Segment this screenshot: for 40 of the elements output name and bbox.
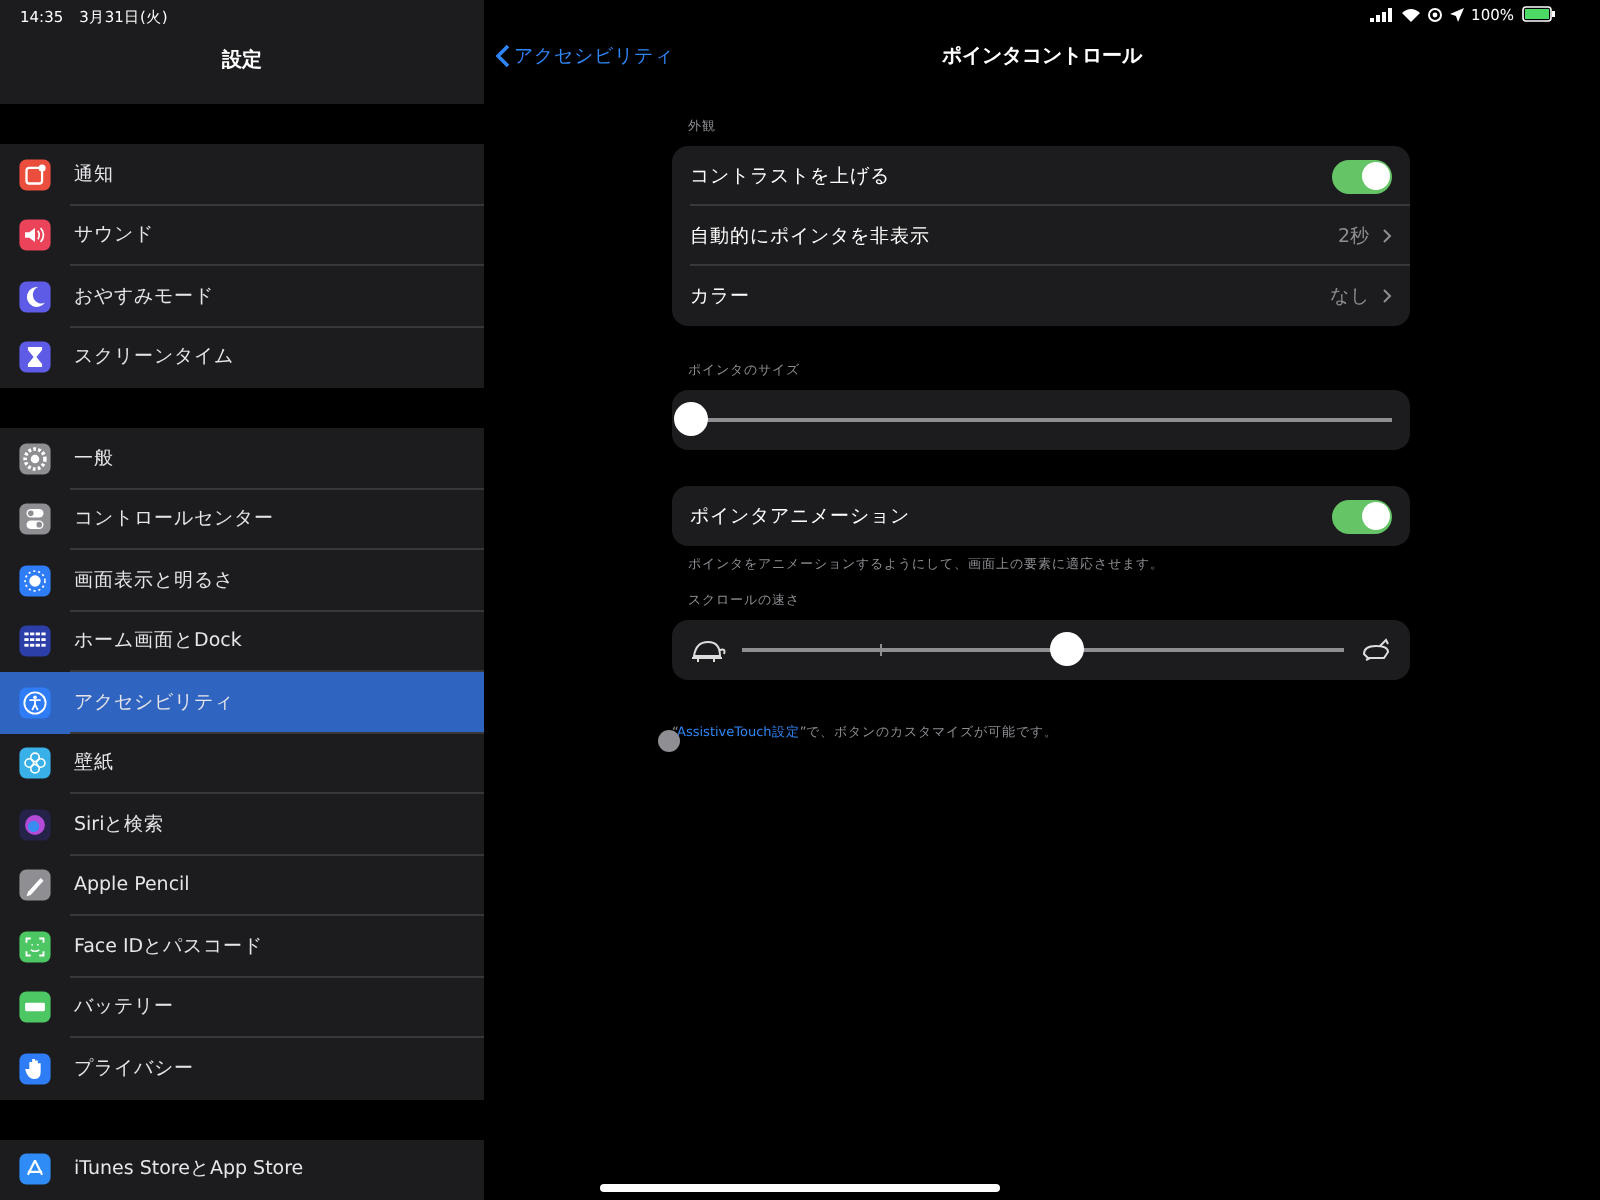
turtle-icon xyxy=(690,638,726,662)
sidebar-item[interactable]: バッテリー xyxy=(0,977,484,1038)
sidebar-item[interactable]: 壁紙 xyxy=(0,733,484,794)
sidebar-title: 設定 xyxy=(219,46,264,74)
slider-thumb[interactable] xyxy=(673,402,707,436)
setting-label: コントラストを上げる xyxy=(690,163,892,189)
battery-icon xyxy=(1522,6,1556,22)
assistivetouch-button[interactable] xyxy=(658,730,680,752)
location-icon xyxy=(1449,7,1464,21)
slider-thumb[interactable] xyxy=(1050,632,1085,666)
setting-label: 自動的にポインタを非表示 xyxy=(690,223,932,249)
sidebar-item[interactable]: Apple Pencil xyxy=(0,855,484,916)
setting-value[interactable]: なし xyxy=(1330,283,1370,309)
wifi-icon xyxy=(1401,7,1420,21)
sidebar-item[interactable]: 一般 xyxy=(0,428,484,489)
sidebar-item[interactable]: サウンド xyxy=(0,205,484,266)
sidebar-item[interactable]: Face IDとパスコード xyxy=(0,916,484,977)
toggle-switch[interactable] xyxy=(1332,499,1392,533)
sidebar-item[interactable]: 画面表示と明るさ xyxy=(0,550,484,611)
signal-icon xyxy=(1369,7,1394,21)
sidebar-item[interactable]: コントロールセンター xyxy=(0,489,484,550)
sidebar-item[interactable]: スクリーンタイム xyxy=(0,327,484,388)
lock-rotation-icon xyxy=(1427,7,1442,21)
sidebar-item[interactable]: iTunes StoreとApp Store xyxy=(0,1139,484,1200)
setting-label: ポインタアニメーション xyxy=(690,503,912,529)
sidebar-item[interactable]: Siriと検索 xyxy=(0,794,484,855)
chevron-right-icon xyxy=(1382,228,1392,244)
setting-label: カラー xyxy=(690,283,752,309)
toggle-switch[interactable] xyxy=(1332,159,1392,193)
chevron-right-icon xyxy=(1382,288,1392,304)
sidebar-item[interactable]: ホーム画面とDock xyxy=(0,611,484,672)
page-title: ポインタコントロール xyxy=(942,46,1142,68)
setting-value[interactable]: 2秒 xyxy=(1337,223,1370,249)
chevron-left-icon xyxy=(496,44,510,68)
back-button[interactable]: アクセシビリティ xyxy=(484,43,674,69)
sidebar-item[interactable]: プライバシー xyxy=(0,1038,484,1099)
rabbit-icon xyxy=(1360,638,1392,662)
sidebar-item[interactable]: おやすみモード xyxy=(0,266,484,327)
sidebar-item[interactable]: アクセシビリティ xyxy=(0,672,484,733)
sidebar-item[interactable]: 通知 xyxy=(0,144,484,205)
